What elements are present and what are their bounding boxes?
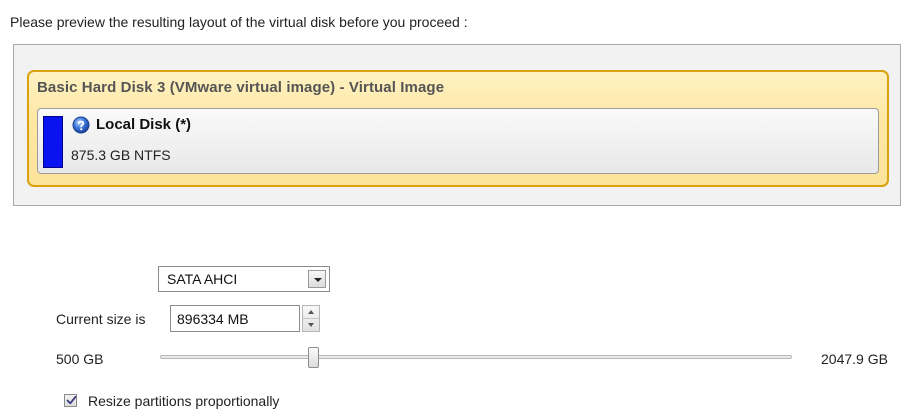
checkmark-icon	[66, 395, 77, 405]
partition-local-disk[interactable]: Local Disk (*) 875.3 GB NTFS	[37, 108, 879, 174]
help-icon	[72, 116, 90, 134]
virtual-disk-preview-dialog: Please preview the resulting layout of t…	[0, 0, 914, 414]
disk-layout-preview: Basic Hard Disk 3 (VMware virtual image)…	[13, 44, 901, 206]
controller-type-value: SATA AHCI	[167, 271, 238, 287]
slider-max-label: 2047.9 GB	[821, 351, 888, 367]
disk-settings-area	[13, 206, 901, 414]
size-slider-track[interactable]	[160, 355, 792, 359]
controller-type-dropdown[interactable]: SATA AHCI	[158, 266, 330, 292]
partition-size-filesystem: 875.3 GB NTFS	[71, 147, 171, 163]
size-input[interactable]: 896334 MB	[170, 305, 300, 332]
size-slider-thumb[interactable]	[308, 347, 320, 368]
size-value: 896334 MB	[177, 311, 249, 327]
resize-proportionally-label: Resize partitions proportionally	[88, 393, 280, 409]
chevron-down-icon[interactable]	[308, 270, 326, 288]
size-stepper[interactable]	[302, 305, 320, 332]
resize-proportionally-checkbox[interactable]	[64, 394, 77, 407]
partition-color-swatch	[43, 116, 63, 168]
current-size-label: Current size is	[56, 311, 146, 327]
slider-min-label: 500 GB	[56, 351, 104, 367]
decrement-icon[interactable]	[303, 319, 319, 331]
increment-icon[interactable]	[303, 306, 319, 319]
disk-title: Basic Hard Disk 3 (VMware virtual image)…	[37, 79, 445, 96]
instruction-text: Please preview the resulting layout of t…	[10, 14, 468, 30]
partition-name: Local Disk (*)	[96, 116, 192, 133]
disk-card[interactable]: Basic Hard Disk 3 (VMware virtual image)…	[27, 70, 889, 187]
